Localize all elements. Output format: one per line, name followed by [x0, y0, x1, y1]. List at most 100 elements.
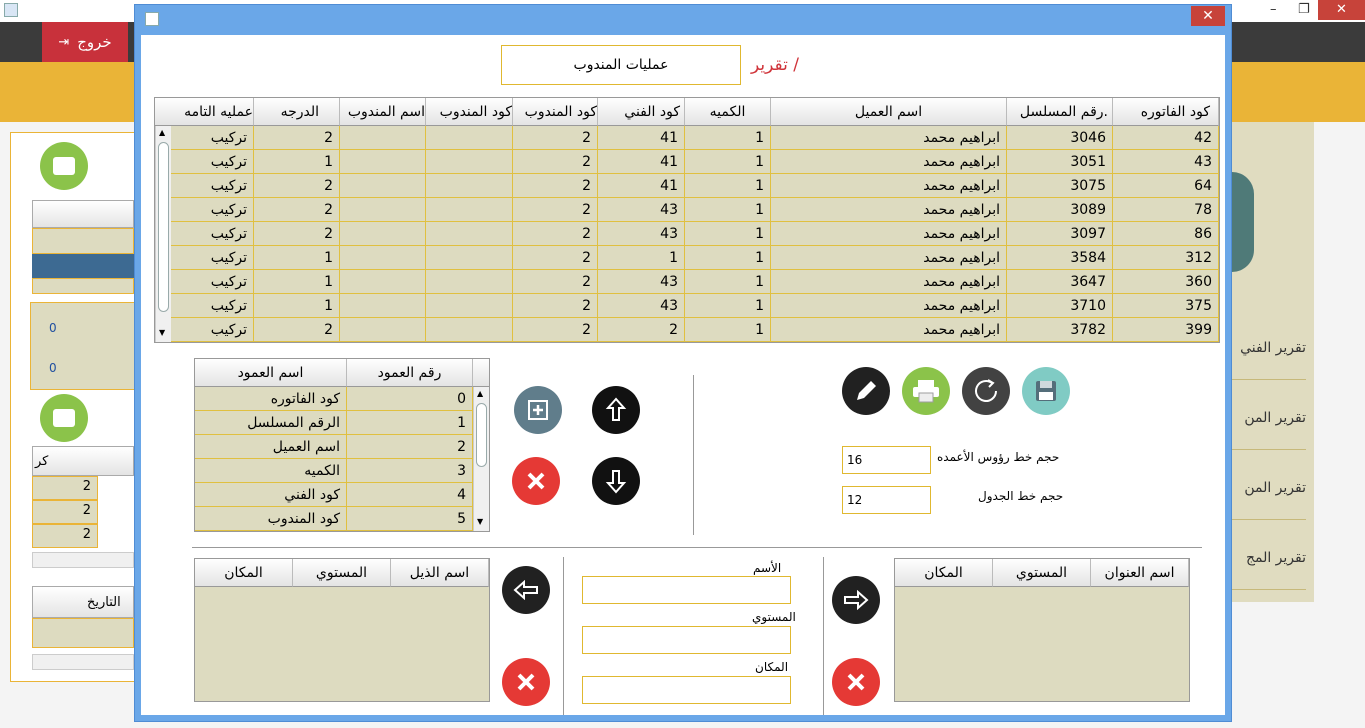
column-header[interactable]: اسم العمود [195, 359, 347, 387]
table-row[interactable]: 312 3584 ابراهيم محمد 1 1 2 1 تركيب [171, 246, 1219, 270]
move-down-button[interactable] [592, 457, 640, 505]
place-input[interactable] [582, 676, 791, 704]
column-header[interactable]: المستوي [993, 559, 1091, 587]
table-font-size-input[interactable]: 12 [842, 486, 931, 514]
horizontal-scrollbar[interactable] [32, 654, 134, 670]
header-font-size-input[interactable]: 16 [842, 446, 931, 474]
column-header[interactable]: رقم العمود [347, 359, 473, 387]
move-up-button[interactable] [592, 386, 640, 434]
table-row[interactable]: 86 3097 ابراهيم محمد 1 43 2 2 تركيب [171, 222, 1219, 246]
table-cell: 3075 [1007, 174, 1113, 198]
table-cell: 3647 [1007, 270, 1113, 294]
arrow-left-icon [513, 580, 538, 600]
table-cell [426, 174, 513, 198]
plus-box-icon [528, 400, 548, 420]
table-row[interactable]: 64 3075 ابراهيم محمد 1 41 2 2 تركيب [171, 174, 1219, 198]
columns-table[interactable]: رقم العمود اسم العمود 0 كود الفاتوره 1 الرق… [194, 358, 490, 532]
add-column-button[interactable] [514, 386, 562, 434]
side-link-technician-report[interactable]: تقرير الفني [1232, 312, 1306, 380]
scroll-thumb[interactable] [158, 142, 169, 312]
edit-button[interactable] [842, 367, 890, 415]
column-header[interactable]: رقم المسلسل. [1007, 98, 1113, 126]
scroll-up-icon[interactable]: ▲ [477, 389, 483, 398]
exit-button[interactable]: خروج ⇥ [42, 22, 128, 62]
column-header[interactable]: كود الفاتوره [1113, 98, 1219, 126]
left-table-row[interactable] [32, 278, 134, 294]
left-grid-cell: 2 [32, 476, 98, 500]
table-cell: ابراهيم محمد [771, 270, 1007, 294]
delete-footer-button[interactable] [502, 658, 550, 706]
column-header[interactable]: اسم العميل [771, 98, 1007, 126]
table-cell: 2 [254, 174, 340, 198]
table-cell: 41 [598, 126, 685, 150]
titles-table[interactable]: اسم العنوان المستوي المكان [894, 558, 1190, 702]
add-footer-button[interactable] [502, 566, 550, 614]
column-header[interactable]: اسم المندوب [340, 98, 426, 126]
minimize-icon[interactable]: – [1270, 2, 1277, 17]
list-item[interactable]: 1 الرقم المسلسل [195, 411, 473, 435]
dialog-close-button[interactable]: ✕ [1191, 6, 1225, 26]
refresh-icon [975, 379, 997, 402]
column-header[interactable]: الكميه [685, 98, 771, 126]
list-item[interactable]: 3 الكميه [195, 459, 473, 483]
scroll-down-icon[interactable]: ▼ [159, 328, 165, 337]
table-row[interactable]: 375 3710 ابراهيم محمد 1 43 2 1 تركيب [171, 294, 1219, 318]
vertical-scrollbar[interactable]: ▲ ▼ [473, 387, 489, 531]
column-header[interactable]: كود المندوب [513, 98, 598, 126]
column-header[interactable]: عمليه التامه [155, 98, 254, 126]
column-header[interactable]: المكان [895, 559, 993, 587]
scroll-thumb[interactable] [476, 403, 487, 467]
scroll-down-icon[interactable]: ▼ [477, 517, 483, 526]
column-header[interactable]: كود المندوب [426, 98, 513, 126]
table-row[interactable]: 43 3051 ابراهيم محمد 1 41 2 1 تركيب [171, 150, 1219, 174]
level-input[interactable] [582, 626, 791, 654]
list-item[interactable]: 4 كود الفني [195, 483, 473, 507]
restore-icon[interactable]: ❐ [1298, 2, 1310, 17]
column-header[interactable]: الدرجه [254, 98, 340, 126]
table-row[interactable]: 42 3046 ابراهيم محمد 1 41 2 2 تركيب [171, 126, 1219, 150]
report-name-field[interactable]: عمليات المندوب [501, 45, 741, 85]
print-button[interactable] [902, 367, 950, 415]
table-cell [340, 246, 426, 270]
table-cell: 43 [598, 270, 685, 294]
list-item[interactable]: 0 كود الفاتوره [195, 387, 473, 411]
vertical-divider [693, 375, 694, 535]
table-cell: 1 [685, 222, 771, 246]
column-header[interactable]: اسم الذيل [391, 559, 489, 587]
vertical-scrollbar[interactable]: ▲ ▼ [155, 126, 171, 342]
app-close-button[interactable]: ✕ [1318, 0, 1365, 20]
name-input[interactable] [582, 576, 791, 604]
delete-title-button[interactable] [832, 658, 880, 706]
add-title-button[interactable] [832, 576, 880, 624]
table-cell: ابراهيم محمد [771, 174, 1007, 198]
table-row[interactable]: 78 3089 ابراهيم محمد 1 43 2 2 تركيب [171, 198, 1219, 222]
refresh-button[interactable] [962, 367, 1010, 415]
delete-column-button[interactable] [512, 457, 560, 505]
side-link-report-2[interactable]: تقرير المن [1232, 382, 1306, 450]
operations-table[interactable]: كود الفاتوره رقم المسلسل. اسم العميل الك… [154, 97, 1220, 343]
table-row[interactable]: 399 3782 ابراهيم محمد 1 2 2 2 تركيب [171, 318, 1219, 342]
column-header[interactable]: اسم العنوان [1091, 559, 1189, 587]
left-table-row[interactable] [32, 228, 134, 254]
footer-table[interactable]: اسم الذيل المستوي المكان [194, 558, 490, 702]
table-cell: 1 [254, 294, 340, 318]
chart-circle-fragment [1232, 172, 1254, 272]
floppy-disk-icon [1036, 381, 1056, 401]
left-table-row-selected[interactable] [32, 254, 134, 278]
column-header[interactable]: كود الفني [598, 98, 685, 126]
table-cell: 2 [513, 198, 598, 222]
save-button[interactable] [1022, 367, 1070, 415]
print-icon[interactable] [40, 142, 88, 190]
column-header[interactable]: المكان [195, 559, 293, 587]
table-cell: 1 [685, 246, 771, 270]
list-item[interactable]: 2 اسم العميل [195, 435, 473, 459]
print-icon[interactable] [40, 394, 88, 442]
side-link-report-4[interactable]: تقرير المج [1232, 522, 1306, 590]
column-header[interactable]: المستوي [293, 559, 391, 587]
side-link-report-3[interactable]: تقرير المن [1232, 452, 1306, 520]
horizontal-scrollbar[interactable] [32, 552, 134, 568]
scroll-up-icon[interactable]: ▲ [159, 128, 165, 137]
table-row[interactable]: 360 3647 ابراهيم محمد 1 43 2 1 تركيب [171, 270, 1219, 294]
list-item[interactable]: 5 كود المندوب [195, 507, 473, 531]
table-cell: 78 [1113, 198, 1219, 222]
